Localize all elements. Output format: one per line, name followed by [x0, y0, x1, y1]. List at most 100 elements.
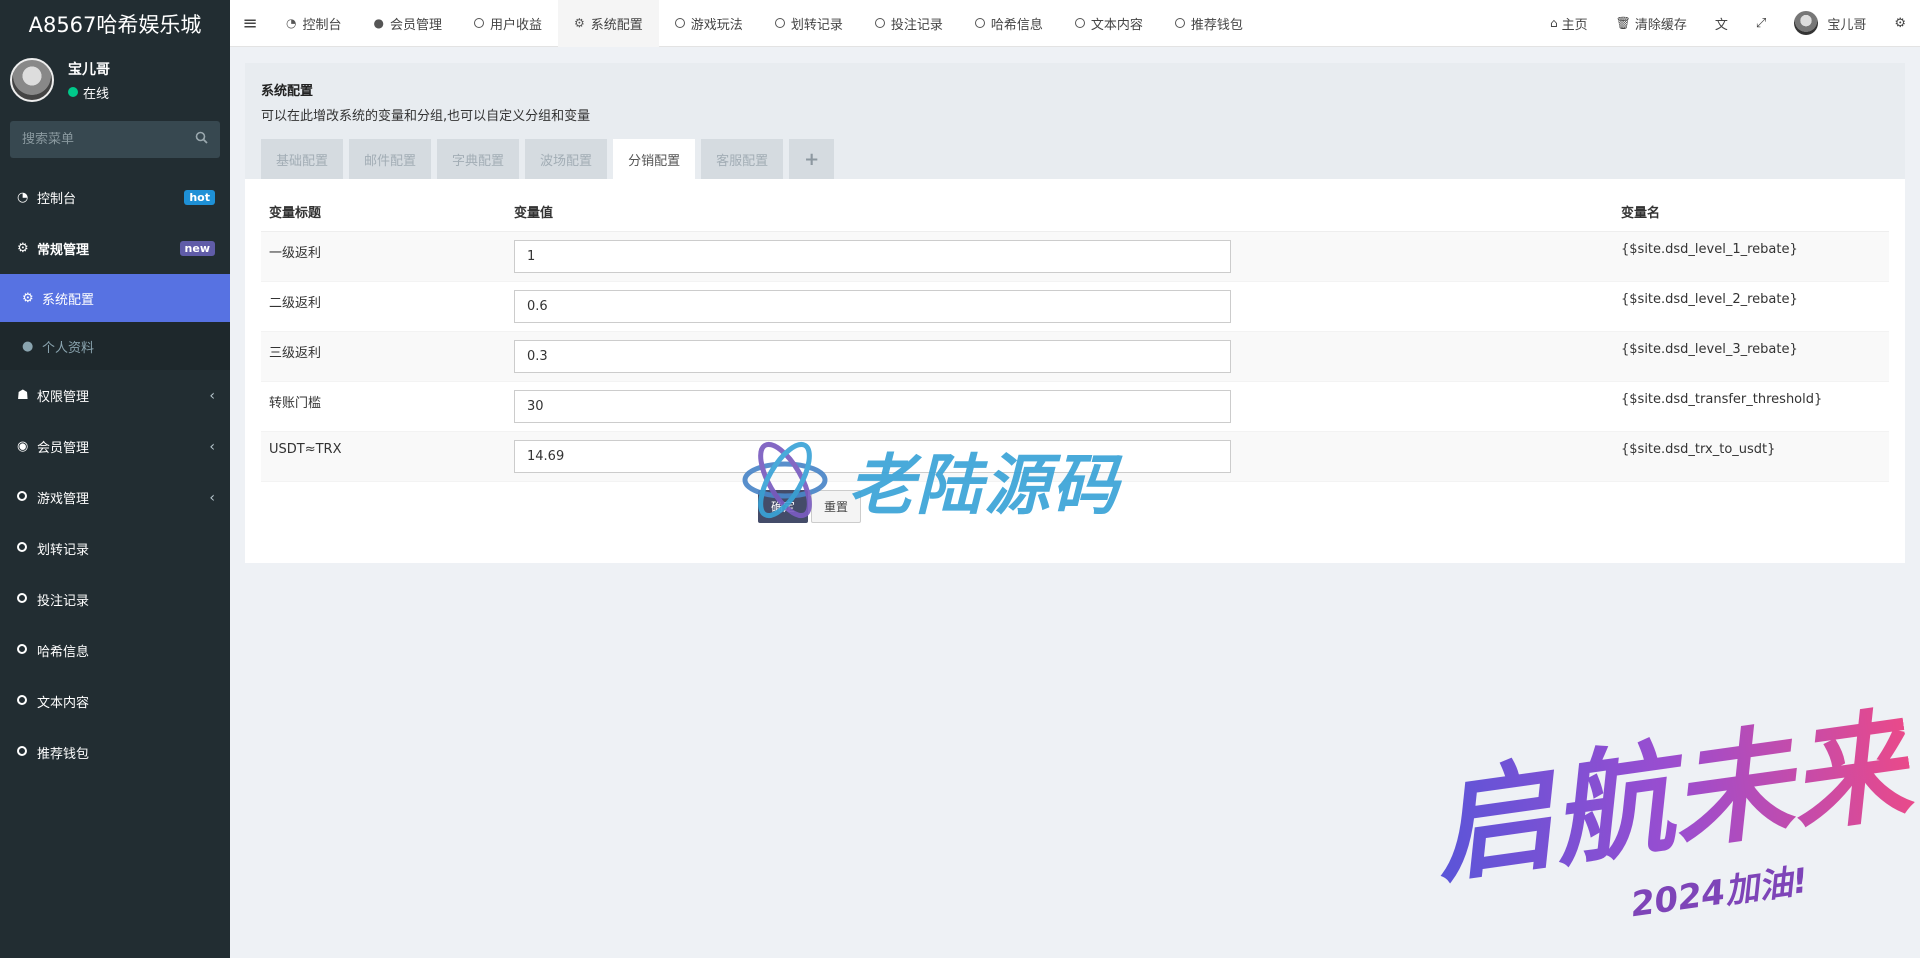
column-header: 变量值: [506, 193, 1613, 232]
menu-search-input[interactable]: [22, 132, 172, 147]
general-submenu: ⚙ 系统配置 ● 个人资料: [0, 274, 230, 370]
tab-hash-info[interactable]: 哈希信息: [959, 0, 1059, 47]
table-row: 一级返利 {$site.dsd_level_1_rebate}: [261, 231, 1889, 282]
row-title: USDT≈TRX: [261, 431, 506, 482]
row-variable-name: {$site.dsd_level_1_rebate}: [1613, 231, 1889, 282]
settings-icon[interactable]: ⚙: [1880, 16, 1920, 31]
transfer-threshold-input[interactable]: [514, 389, 1231, 423]
user-icon: ●: [373, 16, 384, 30]
sidebar-item-system-config[interactable]: ⚙ 系统配置: [0, 274, 230, 322]
circle-icon: [17, 592, 37, 607]
chevron-left-icon: ‹: [209, 489, 215, 506]
tab-user-earnings[interactable]: 用户收益: [458, 0, 558, 47]
sidebar-item-permissions[interactable]: ☗ 权限管理 ‹: [0, 370, 230, 421]
sidebar-item-label: 控制台: [37, 192, 77, 207]
avatar: [10, 58, 54, 102]
add-tab-button[interactable]: +: [789, 139, 835, 179]
new-badge: new: [179, 241, 215, 256]
circle-icon: [474, 18, 484, 28]
menu-toggle-icon[interactable]: ≡: [230, 13, 270, 34]
app-title[interactable]: A8567哈希娱乐城: [0, 0, 230, 47]
sidebar-item-members[interactable]: ◉ 会员管理 ‹: [0, 421, 230, 472]
sidebar: A8567哈希娱乐城 宝儿哥 在线 ◔ 控制台 hot ⚙ 常规管理 new: [0, 0, 230, 958]
tab-system-config[interactable]: ⚙ 系统配置: [558, 0, 659, 47]
cogs-icon: ⚙: [17, 241, 29, 256]
circle-icon: [1174, 18, 1185, 28]
sidebar-item-label: 系统配置: [42, 292, 95, 308]
fullscreen-icon[interactable]: ⤢: [1742, 16, 1780, 31]
row-variable-name: {$site.dsd_trx_to_usdt}: [1613, 431, 1889, 482]
sidebar-item-label: 会员管理: [37, 441, 90, 456]
circle-icon: [17, 490, 37, 505]
clear-cache-button[interactable]: 🗑 清除缓存: [1602, 14, 1701, 33]
search-icon[interactable]: [195, 131, 208, 148]
page-tabs: ◔ 控制台 ● 会员管理 用户收益 ⚙ 系统配置 游戏玩法 划转记录 投注记录 哈希信…: [270, 0, 1259, 47]
rebate-level-1-input[interactable]: [514, 239, 1231, 273]
tab-bets[interactable]: 投注记录: [859, 0, 959, 47]
sidebar-item-text-content[interactable]: 文本内容: [0, 676, 230, 727]
promo-banner: 启航未来 2024加油!: [1424, 690, 1919, 950]
sidebar-item-bets[interactable]: 投注记录: [0, 574, 230, 625]
circle-icon: [974, 18, 985, 28]
sidebar-item-general[interactable]: ⚙ 常规管理 new: [0, 223, 230, 274]
dashboard-icon: ◔: [286, 16, 297, 30]
watermark-text: 老陆源码: [848, 447, 1120, 524]
tab-text-content[interactable]: 文本内容: [1059, 0, 1159, 47]
row-title: 三级返利: [261, 331, 506, 382]
sidebar-item-dashboard[interactable]: ◔ 控制台 hot: [0, 172, 230, 223]
sidebar-item-transfers[interactable]: 划转记录: [0, 523, 230, 574]
user-status-label: 在线: [83, 86, 110, 102]
user-panel: 宝儿哥 在线: [0, 47, 230, 113]
sidebar-item-label: 哈希信息: [37, 645, 90, 660]
config-tabs: 基础配置 邮件配置 字典配置 波场配置 分销配置 客服配置 +: [261, 139, 840, 179]
table-row: 二级返利 {$site.dsd_level_2_rebate}: [261, 281, 1889, 332]
home-link[interactable]: ⌂ 主页: [1536, 14, 1602, 33]
online-dot-icon: [68, 87, 78, 97]
tab-email-config[interactable]: 邮件配置: [349, 139, 432, 179]
panel-heading: 系统配置 可以在此增改系统的变量和分组,也可以自定义分组和变量 基础配置 邮件配…: [245, 63, 1905, 179]
sidebar-menu: ◔ 控制台 hot ⚙ 常规管理 new ⚙ 系统配置 ● 个人资料 ☗ 权限管…: [0, 172, 230, 778]
user-icon: ●: [22, 338, 34, 354]
page-description: 可以在此增改系统的变量和分组,也可以自定义分组和变量: [261, 109, 591, 124]
row-title: 转账门槛: [261, 381, 506, 432]
tab-basic-config[interactable]: 基础配置: [261, 139, 344, 179]
tab-support-config[interactable]: 客服配置: [701, 139, 784, 179]
sidebar-item-label: 文本内容: [37, 696, 90, 711]
tab-referral-wallet[interactable]: 推荐钱包: [1159, 0, 1259, 47]
users-icon: ☗: [17, 388, 29, 403]
sidebar-item-label: 游戏管理: [37, 492, 90, 507]
tab-dictionary-config[interactable]: 字典配置: [437, 139, 520, 179]
column-header: 变量名: [1613, 193, 1889, 232]
trash-icon: 🗑: [1615, 16, 1631, 30]
sidebar-item-profile[interactable]: ● 个人资料: [0, 322, 230, 370]
sidebar-item-referral-wallet[interactable]: 推荐钱包: [0, 727, 230, 778]
row-title: 一级返利: [261, 231, 506, 282]
circle-icon: [17, 541, 37, 556]
sidebar-item-label: 推荐钱包: [37, 747, 90, 762]
language-icon[interactable]: 文: [1701, 14, 1742, 33]
row-variable-name: {$site.dsd_level_2_rebate}: [1613, 281, 1889, 332]
circle-icon: [774, 18, 785, 28]
tab-tron-config[interactable]: 波场配置: [525, 139, 608, 179]
right-tools: ⌂ 主页 🗑 清除缓存 文 ⤢ 宝儿哥 ⚙: [1536, 0, 1920, 47]
chevron-left-icon: ‹: [209, 387, 215, 404]
hot-badge: hot: [184, 190, 215, 205]
gear-icon: ⚙: [22, 290, 34, 306]
user-name: 宝儿哥: [68, 61, 110, 78]
sidebar-item-hash-info[interactable]: 哈希信息: [0, 625, 230, 676]
user-menu[interactable]: 宝儿哥: [1780, 11, 1880, 35]
gear-icon: ⚙: [574, 16, 585, 30]
chevron-left-icon: ‹: [209, 438, 215, 455]
table-row: 转账门槛 {$site.dsd_transfer_threshold}: [261, 381, 1889, 432]
rebate-level-2-input[interactable]: [514, 289, 1231, 323]
tab-members[interactable]: ● 会员管理: [358, 0, 459, 47]
tab-transfers[interactable]: 划转记录: [759, 0, 859, 47]
top-navbar: ≡ ◔ 控制台 ● 会员管理 用户收益 ⚙ 系统配置 游戏玩法 划转记录 投注记录 哈…: [230, 0, 1920, 47]
sidebar-item-games[interactable]: 游戏管理 ‹: [0, 472, 230, 523]
tab-dashboard[interactable]: ◔ 控制台: [270, 0, 358, 47]
circle-icon: [1074, 18, 1085, 28]
tab-game-rules[interactable]: 游戏玩法: [659, 0, 759, 47]
tab-distribution-config[interactable]: 分销配置: [613, 139, 696, 179]
sidebar-item-label: 划转记录: [37, 543, 90, 558]
rebate-level-3-input[interactable]: [514, 339, 1231, 373]
